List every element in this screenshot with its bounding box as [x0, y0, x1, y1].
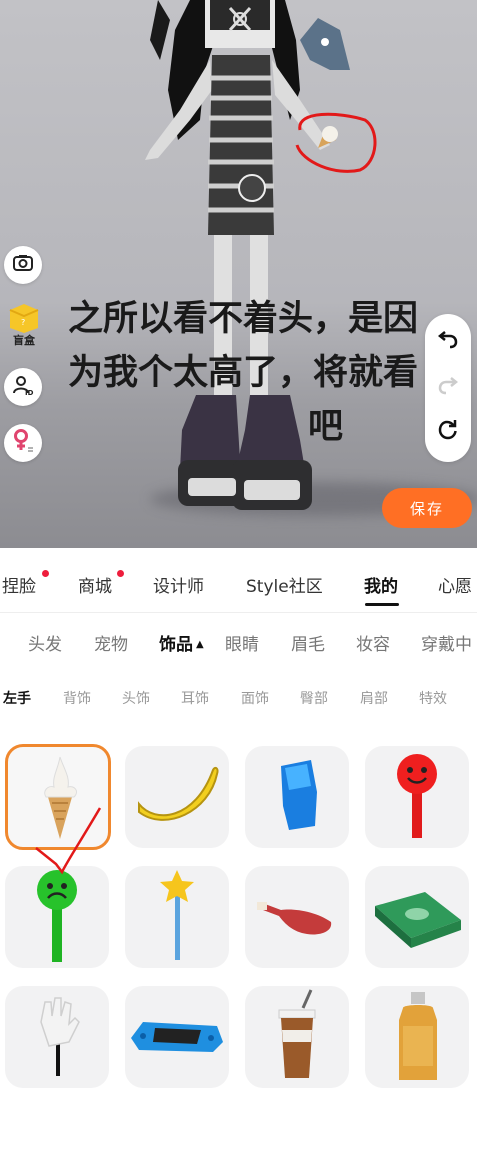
- slot-hip[interactable]: 臀部: [300, 688, 328, 708]
- tab-face-badge: [42, 570, 49, 577]
- cash-stack-icon: [375, 892, 461, 948]
- redo-icon: [437, 373, 459, 399]
- avatar-viewport[interactable]: ? 盲盒 ID 之所以看不着头，是因 为我个太高了，将就看 吧 保存: [0, 0, 477, 548]
- category-accessory-label: 饰品: [159, 635, 193, 655]
- item-tile-blue-glove[interactable]: [245, 746, 349, 848]
- overlay-caption: 之所以看不着头，是因 为我个太高了，将就看 吧: [68, 292, 428, 454]
- camera-icon: [12, 252, 34, 278]
- coffee-cup-icon: [278, 989, 316, 1078]
- blue-glove-icon: [281, 760, 317, 830]
- item-tile-red-sign[interactable]: [365, 746, 469, 848]
- tab-designer[interactable]: 设计师: [153, 572, 204, 597]
- reset-button[interactable]: [436, 420, 460, 444]
- juice-bottle-icon: [399, 992, 437, 1080]
- caption-line-1: 之所以看不着头，是因: [68, 299, 419, 339]
- tab-divider: [0, 612, 477, 613]
- profile-id-icon: ID: [11, 373, 35, 401]
- white-glove-icon: [40, 997, 80, 1076]
- category-makeup[interactable]: 妆容: [356, 630, 390, 655]
- refresh-icon: [437, 419, 459, 445]
- slot-head[interactable]: 头饰: [122, 688, 150, 708]
- item-tile-banana[interactable]: [125, 746, 229, 848]
- blindbox-label: 盲盒: [13, 334, 35, 347]
- blindbox-button[interactable]: ? 盲盒: [6, 300, 42, 350]
- item-tile-white-glove[interactable]: [5, 986, 109, 1088]
- camera-button[interactable]: [4, 246, 42, 284]
- avatar-id-button[interactable]: ID: [4, 368, 42, 406]
- slot-ear[interactable]: 耳饰: [181, 688, 209, 708]
- category-brows[interactable]: 眉毛: [291, 630, 325, 655]
- game-console-icon: [131, 1022, 223, 1052]
- item-tile-bottle[interactable]: [365, 986, 469, 1088]
- green-sad-sign-icon: [37, 870, 77, 962]
- category-eyes[interactable]: 眼睛: [225, 630, 259, 655]
- main-tab-bar: 捏脸 商城 设计师 Style社区 我的 心愿: [0, 560, 477, 612]
- category-pet[interactable]: 宠物: [94, 630, 128, 655]
- caption-line-3: 吧: [308, 407, 344, 447]
- tab-shop[interactable]: 商城: [78, 572, 112, 597]
- tab-wishlist[interactable]: 心愿: [438, 572, 472, 597]
- slot-left-hand[interactable]: 左手: [3, 688, 31, 708]
- ice-cream-cone-icon: [44, 756, 77, 839]
- svg-text:?: ?: [21, 318, 25, 327]
- star-wand-icon: [160, 870, 194, 960]
- history-panel: [425, 314, 471, 462]
- undo-button[interactable]: [436, 328, 460, 352]
- caret-up-icon: ▲: [196, 639, 204, 650]
- tab-shop-badge: [117, 570, 124, 577]
- slot-shoulder[interactable]: 肩部: [360, 688, 388, 708]
- slot-effect[interactable]: 特效: [419, 688, 447, 708]
- undo-icon: [437, 327, 459, 353]
- caption-line-2: 为我个太高了，将就看: [68, 353, 419, 393]
- item-tile-star-wand[interactable]: [125, 866, 229, 968]
- app-root: ? 盲盒 ID 之所以看不着头，是因 为我个太高了，将就看 吧 保存 捏脸 商城…: [0, 0, 477, 1151]
- category-accessory[interactable]: 饰品 ▲: [159, 630, 204, 655]
- item-tile-coffee[interactable]: [245, 986, 349, 1088]
- item-tile-cash[interactable]: [365, 866, 469, 968]
- category-hair[interactable]: 头发: [28, 630, 62, 655]
- tab-style-community[interactable]: Style社区: [246, 572, 323, 597]
- banana-icon: [138, 766, 219, 821]
- gender-female-icon: [11, 428, 35, 458]
- slot-face[interactable]: 面饰: [241, 688, 269, 708]
- redo-button[interactable]: [436, 374, 460, 398]
- tab-face[interactable]: 捏脸: [2, 572, 36, 597]
- red-smiley-sign-icon: [397, 754, 437, 838]
- meat-steak-icon: [257, 902, 332, 935]
- slot-back[interactable]: 背饰: [63, 688, 91, 708]
- svg-text:ID: ID: [25, 389, 34, 397]
- category-wearing[interactable]: 穿戴中: [421, 630, 472, 655]
- tab-mine[interactable]: 我的: [364, 572, 398, 597]
- save-button[interactable]: 保存: [382, 488, 472, 528]
- item-tile-green-sign[interactable]: [5, 866, 109, 968]
- gender-switch-button[interactable]: [4, 424, 42, 462]
- item-tile-ice-cream[interactable]: [5, 744, 111, 850]
- item-tile-game-console[interactable]: [125, 986, 229, 1088]
- item-tile-meat[interactable]: [245, 866, 349, 968]
- active-tab-indicator: [365, 603, 399, 606]
- avatar-figure: [145, 0, 350, 510]
